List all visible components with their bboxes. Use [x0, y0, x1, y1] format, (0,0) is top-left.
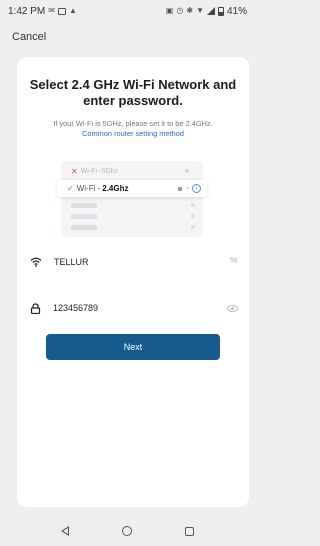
password-field[interactable]: 123456789: [30, 297, 238, 319]
system-nav-bar: [0, 516, 255, 546]
placeholder-icon: [185, 169, 189, 173]
battery-percent: 41%: [226, 5, 247, 17]
status-time: 1:42 PM: [8, 5, 46, 17]
recents-icon[interactable]: [184, 526, 194, 536]
wifi-24ghz-prefix: Wi-Fi -: [76, 184, 101, 193]
password-value: 123456789: [53, 303, 99, 313]
wifi-icon: [30, 257, 42, 267]
wifi-band-illustration: ✕ Wi-Fi - 5Ghz ✓ Wi-Fi - 2.4Ghz ◔ i: [57, 161, 207, 237]
placeholder-bar: [71, 225, 97, 230]
cross-icon: ✕: [71, 166, 78, 176]
back-icon[interactable]: [61, 526, 70, 536]
nfc-icon: ▣: [165, 6, 174, 15]
placeholder-icon: [191, 225, 195, 229]
wifi-24ghz-row: ✓ Wi-Fi - 2.4Ghz ◔ i: [57, 180, 207, 197]
wifi-network-field[interactable]: TELLUR ⇋: [30, 251, 238, 273]
status-bar: 1:42 PM ✉ ▲ ▣ ◷ ✱ ▼ 41%: [0, 0, 255, 22]
wifi-icon: ▼: [196, 6, 204, 15]
eye-icon[interactable]: [227, 305, 238, 312]
router-settings-link[interactable]: Common router setting method: [17, 129, 249, 138]
band-hint: If your Wi-Fi is 5GHz, please set it to …: [53, 119, 213, 128]
wifi-signal-icon: ◔: [185, 185, 189, 192]
network-name: TELLUR: [54, 257, 89, 267]
wifi-24ghz-icons: ◔ i: [178, 184, 201, 193]
alarm-icon: ◷: [176, 6, 184, 15]
wifi-5ghz-row: ✕ Wi-Fi - 5Ghz: [71, 165, 193, 177]
cancel-button[interactable]: Cancel: [12, 31, 46, 43]
signal-icon: [206, 7, 215, 15]
placeholder-icon: [191, 214, 195, 218]
bell-icon: ▲: [68, 6, 77, 15]
notification-icon: ✉: [48, 6, 55, 15]
home-icon[interactable]: [121, 526, 132, 536]
lock-icon: [178, 186, 183, 191]
wifi-5ghz-prefix: Wi-Fi -: [80, 167, 102, 175]
wifi-24ghz-band: 2.4Ghz: [102, 184, 129, 193]
status-right: ▣ ◷ ✱ ▼ 41%: [166, 6, 247, 17]
setup-card: Select 2.4 GHz Wi-Fi Network and enter p…: [17, 57, 249, 507]
check-icon: ✓: [67, 184, 74, 193]
placeholder-bar: [71, 214, 97, 219]
placeholder-icon: [191, 203, 195, 207]
switch-network-icon[interactable]: ⇋: [230, 255, 238, 266]
placeholder-bar: [71, 203, 97, 208]
page-title: Select 2.4 GHz Wi-Fi Network and enter p…: [29, 77, 237, 108]
next-button[interactable]: Next: [46, 334, 220, 360]
wifi-5ghz-band: 5Ghz: [101, 167, 119, 175]
status-left: 1:42 PM ✉ ▲: [8, 6, 77, 17]
lock-icon: [30, 302, 41, 314]
battery-icon: [217, 6, 224, 16]
info-icon: i: [192, 184, 201, 193]
bluetooth-icon: ✱: [186, 6, 194, 15]
screenshot-icon: [57, 7, 66, 15]
